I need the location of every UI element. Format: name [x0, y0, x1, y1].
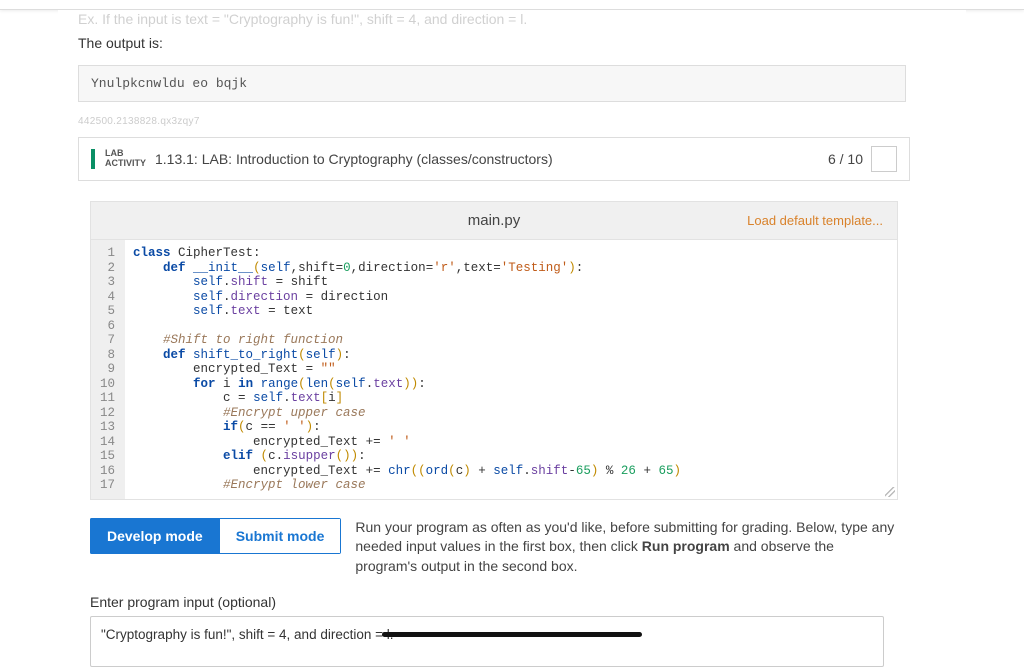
mode-toggle: Develop mode Submit mode	[90, 518, 341, 554]
lab-badge-bottom: ACTIVITY	[105, 159, 147, 169]
help-bold: Run program	[642, 538, 730, 554]
example-line-2: The output is:	[78, 34, 946, 54]
bottom-bar	[0, 632, 1024, 637]
lab-header: LAB ACTIVITY 1.13.1: LAB: Introduction t…	[78, 137, 910, 181]
lab-activity-badge: LAB ACTIVITY	[91, 149, 147, 169]
submit-mode-button[interactable]: Submit mode	[219, 518, 342, 554]
top-nav-shadow	[0, 0, 1024, 10]
code-area[interactable]: class CipherTest: def __init__(self,shif…	[125, 240, 897, 499]
example-line-1: Ex. If the input is text = "Cryptography…	[78, 10, 946, 30]
score-text: 6 / 10	[828, 151, 863, 167]
program-input-box[interactable]: "Cryptography is fun!", shift = 4, and d…	[90, 616, 884, 667]
load-default-template-link[interactable]: Load default template...	[747, 213, 883, 228]
editor-resize-handle[interactable]	[885, 487, 895, 497]
content-card: Ex. If the input is text = "Cryptography…	[58, 10, 966, 641]
mode-row: Develop mode Submit mode Run your progra…	[90, 518, 898, 577]
line-number-gutter: 1234567891011121314151617	[91, 240, 125, 499]
lab-title: 1.13.1: LAB: Introduction to Cryptograph…	[147, 151, 828, 167]
editor-tab-row: main.py Load default template...	[90, 201, 898, 239]
watermark-id: 442500.2138828.qx3zqy7	[78, 116, 946, 127]
develop-mode-button[interactable]: Develop mode	[90, 518, 219, 554]
example-output-box: Ynulpkcnwldu eo bqjk	[78, 65, 906, 102]
score-box[interactable]	[871, 146, 897, 172]
program-input-label: Enter program input (optional)	[90, 594, 946, 610]
mode-help-text: Run your program as often as you'd like,…	[355, 518, 898, 577]
home-indicator	[382, 632, 642, 637]
code-editor[interactable]: 1234567891011121314151617 class CipherTe…	[90, 239, 898, 500]
